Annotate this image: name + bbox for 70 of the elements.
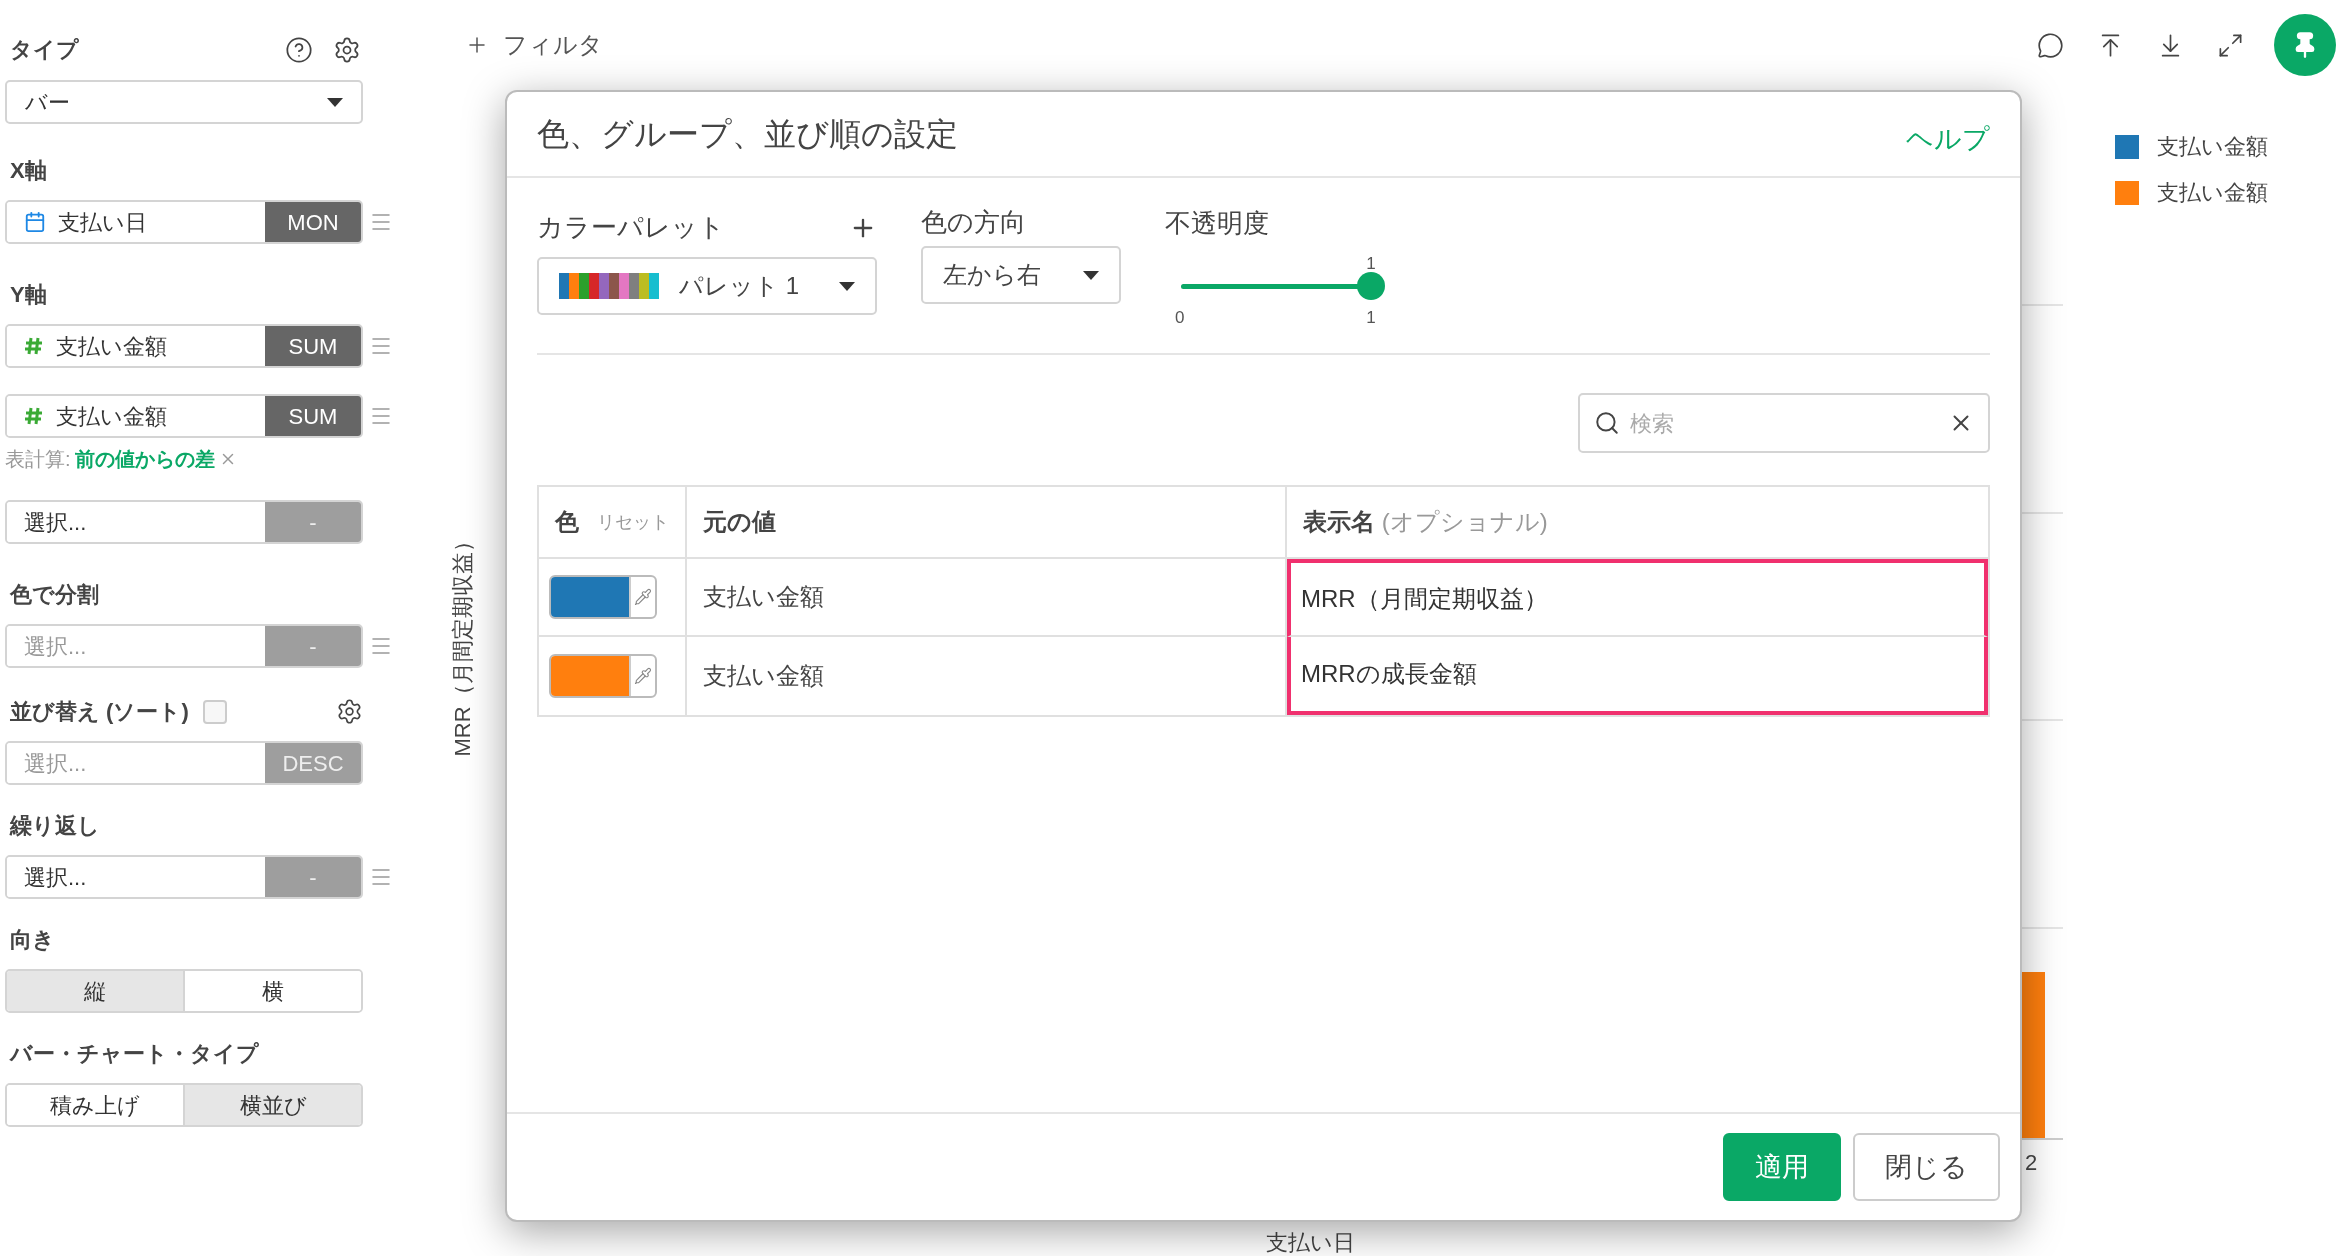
field-label: 色の方向: [921, 208, 1027, 236]
toggle-option[interactable]: 横並び: [183, 1085, 361, 1125]
section-label: バー・チャート・タイプ: [10, 1043, 260, 1065]
legend-label: 支払い金額: [2157, 179, 2268, 207]
x-tick-label: 2: [2025, 1149, 2038, 1177]
palette-swatch-icon: [559, 273, 659, 299]
y-axis-label: MRR（月間定期収益）: [449, 529, 476, 757]
settings-icon[interactable]: [333, 36, 361, 64]
display-name-cell[interactable]: MRRの成長金額: [1287, 637, 1988, 715]
section-label: 向き: [10, 929, 56, 951]
aggregate-button[interactable]: SUM: [265, 326, 361, 366]
search-icon: [1594, 410, 1620, 436]
slider-value: 1: [1366, 253, 1376, 275]
aggregate-button[interactable]: SUM: [265, 396, 361, 436]
section-label: 並び替え (ソート): [10, 700, 189, 723]
comment-icon[interactable]: [2037, 31, 2064, 59]
calendar-icon: [24, 211, 46, 233]
table-cell: 支払い金額: [687, 559, 1287, 637]
eyedropper-icon: [634, 667, 652, 685]
hash-icon: [24, 406, 44, 426]
field-select[interactable]: 支払い金額 SUM: [5, 324, 363, 368]
section-label: タイプ: [10, 39, 79, 61]
dialog-title: 色、グループ、並び順の設定: [537, 115, 958, 154]
legend-label: 支払い金額: [2157, 133, 2268, 161]
direction-select[interactable]: 左から右: [921, 246, 1121, 304]
calc-label: 表計算:: [5, 447, 71, 472]
dropdown-caret-icon: [1083, 270, 1099, 280]
field-select[interactable]: 支払い日 MON: [5, 200, 363, 244]
field-placeholder: 選択...: [24, 749, 87, 778]
field-value: 支払い金額: [56, 402, 167, 431]
field-placeholder: 選択...: [24, 632, 87, 661]
aggregate-button[interactable]: MON: [265, 202, 361, 242]
add-filter-button[interactable]: フィルタ: [465, 27, 603, 63]
expand-icon[interactable]: [2217, 31, 2244, 59]
close-button[interactable]: 閉じる: [1853, 1133, 2000, 1201]
chart-type-select[interactable]: バー: [5, 80, 363, 124]
section-label: 繰り返し: [10, 815, 101, 837]
table-cell: 支払い金額: [687, 637, 1287, 715]
hash-icon: [24, 336, 44, 356]
search-input[interactable]: 検索: [1630, 406, 1938, 440]
search-field[interactable]: 検索: [1578, 393, 1990, 453]
field-value: 支払い金額: [56, 332, 167, 361]
slider-min-label: 0: [1175, 307, 1185, 329]
section-label: X軸: [10, 160, 48, 182]
field-value: 選択...: [24, 508, 87, 537]
toggle-option[interactable]: 縦: [7, 971, 183, 1011]
dropdown-caret-icon: [839, 281, 855, 291]
display-name-cell[interactable]: MRR（月間定期収益）: [1287, 559, 1988, 637]
x-axis-label: 支払い日: [1265, 1232, 1355, 1254]
table-header-cell: 表示名 (オプショナル): [1287, 487, 1988, 559]
section-label: 色で分割: [10, 584, 100, 606]
table-header-cell: 元の値: [687, 487, 1287, 559]
color-picker[interactable]: [549, 575, 657, 619]
toggle-option[interactable]: 横: [183, 971, 361, 1011]
field-label: 不透明度: [1165, 207, 1270, 240]
eyedropper-icon: [634, 588, 652, 606]
field-value: 選択...: [24, 863, 87, 892]
dropdown-caret-icon: [327, 97, 343, 107]
settings-icon[interactable]: [336, 698, 363, 725]
field-label: カラーパレット: [537, 211, 725, 244]
field-value: 支払い日: [58, 208, 147, 237]
palette-select[interactable]: パレット 1: [537, 257, 877, 315]
sort-checkbox[interactable]: [202, 699, 227, 724]
slider-max-label: 1: [1366, 307, 1376, 329]
field-select[interactable]: 支払い金額 SUM: [5, 394, 363, 438]
slider-thumb[interactable]: [1357, 272, 1385, 300]
column-label: 色: [555, 507, 579, 537]
help-icon[interactable]: [285, 36, 313, 64]
section-label: Y軸: [10, 284, 48, 306]
color-picker[interactable]: [549, 654, 657, 698]
